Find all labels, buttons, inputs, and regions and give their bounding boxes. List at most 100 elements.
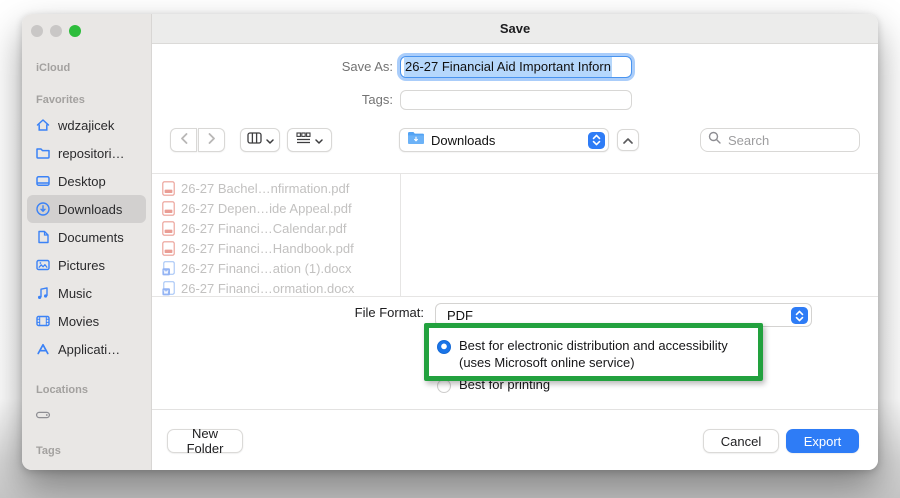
minimize-icon [50, 25, 62, 37]
sidebar-header-icloud: iCloud [36, 62, 71, 74]
sidebar-item-label: Applicati… [58, 341, 121, 357]
file-name: 26-27 Depen…ide Appeal.pdf [181, 200, 352, 216]
sidebar-item-macintosh-hd[interactable] [27, 401, 146, 429]
movies-icon [34, 313, 52, 329]
sidebar-item-downloads[interactable]: Downloads [27, 195, 146, 223]
document-icon [34, 229, 52, 245]
pdf-file-icon [162, 220, 175, 236]
zoom-icon[interactable] [69, 25, 81, 37]
cancel-button[interactable]: Cancel [703, 429, 779, 453]
sidebar-header-tags: Tags [36, 445, 61, 457]
column-view-icon [246, 131, 262, 149]
search-input[interactable] [726, 131, 852, 149]
group-view-icon [296, 131, 311, 149]
file-name: 26-27 Bachel…nfirmation.pdf [181, 180, 350, 196]
back-button[interactable] [170, 128, 197, 152]
applications-icon [34, 341, 52, 357]
file-format-label: File Format: [354, 305, 424, 320]
sidebar-header-locations: Locations [36, 384, 88, 396]
chevron-down-icon [315, 131, 323, 149]
browser-toolbar: Downloads [152, 128, 878, 152]
sidebar-item-pictures[interactable]: Pictures [27, 251, 146, 279]
updown-stepper-icon [791, 307, 808, 324]
file-row: 26-27 Bachel…nfirmation.pdf [152, 178, 400, 198]
traffic-lights [31, 25, 81, 37]
back-icon [180, 131, 188, 149]
sidebar-item-documents[interactable]: Documents [27, 223, 146, 251]
sidebar-item-label: repositori… [58, 145, 125, 161]
group-by-button[interactable] [287, 128, 332, 152]
view-mode-button[interactable] [240, 128, 280, 152]
pdf-file-icon [162, 180, 175, 196]
screen: iCloud Favorites wdzajicek repositori… D… [0, 0, 900, 498]
file-name: 26-27 Financi…ation (1).docx [181, 260, 352, 276]
pictures-icon [34, 257, 52, 273]
file-name: 26-27 Financi…Handbook.pdf [181, 240, 354, 256]
save-as-field[interactable]: 26-27 Financial Aid Important Inforn [400, 56, 632, 78]
save-dialog: iCloud Favorites wdzajicek repositori… D… [22, 14, 878, 470]
file-row: 26-27 Financi…Calendar.pdf [152, 218, 400, 238]
radio-label: Best for printing [459, 377, 551, 392]
pdf-file-icon [162, 200, 175, 216]
radio-selected-icon [437, 340, 451, 354]
radio-option-electronic[interactable]: Best for electronic distribution and acc… [437, 338, 728, 371]
close-icon [31, 25, 43, 37]
sidebar-item-music[interactable]: Music [27, 279, 146, 307]
dialog-title: Save [499, 21, 531, 36]
sidebar-item-movies[interactable]: Movies [27, 307, 146, 335]
collapse-expand-button[interactable] [617, 129, 639, 151]
sidebar-item-label: Documents [58, 229, 124, 245]
file-column: 26-27 Bachel…nfirmation.pdf 26-27 Depen…… [152, 174, 401, 296]
word-file-icon [162, 260, 175, 276]
pdf-file-icon [162, 240, 175, 256]
location-label: Downloads [431, 132, 496, 148]
updown-stepper-icon [588, 131, 605, 149]
sidebar-item-label: Music [58, 285, 92, 301]
downloads-icon [34, 201, 52, 217]
home-icon [34, 117, 52, 133]
search-icon [708, 131, 721, 149]
forward-icon [208, 131, 216, 149]
sidebar-item-label: Pictures [58, 257, 105, 273]
export-button[interactable]: Export [786, 429, 859, 453]
save-as-label: Save As: [341, 59, 393, 74]
save-as-selected-text: 26-27 Financial Aid Important Inforn [404, 57, 612, 77]
sidebar-item-desktop[interactable]: Desktop [27, 167, 146, 195]
footer-divider [152, 409, 878, 410]
dialog-content: Save As: 26-27 Financial Aid Important I… [152, 44, 878, 470]
file-row: 26-27 Financi…ation (1).docx [152, 258, 400, 278]
sidebar-item-repositories[interactable]: repositori… [27, 139, 146, 167]
forward-button[interactable] [198, 128, 225, 152]
word-file-icon [162, 280, 175, 296]
file-row: 26-27 Financi…Handbook.pdf [152, 238, 400, 258]
search-field[interactable] [700, 128, 860, 152]
new-folder-button[interactable]: New Folder [167, 426, 243, 456]
radio-unselected-icon [437, 379, 451, 393]
harddrive-icon [34, 407, 52, 423]
sidebar-header-favorites: Favorites [36, 94, 85, 106]
file-name: 26-27 Financi…Calendar.pdf [181, 220, 347, 236]
sidebar-item-applications[interactable]: Applicati… [27, 335, 146, 363]
file-format-popup[interactable]: PDF [435, 303, 812, 327]
radio-label-line1: Best for electronic distribution and acc… [459, 338, 728, 353]
file-format-value: PDF [447, 307, 473, 323]
chevron-down-icon [265, 131, 274, 149]
location-popup[interactable]: Downloads [399, 128, 609, 152]
file-row: 26-27 Depen…ide Appeal.pdf [152, 198, 400, 218]
radio-option-printing[interactable]: Best for printing [437, 377, 550, 394]
file-row: 26-27 Financi…ormation.docx [152, 278, 400, 296]
chevron-up-icon [623, 131, 633, 149]
sidebar-item-label: wdzajicek [58, 117, 115, 133]
downloads-folder-icon [407, 131, 425, 150]
file-name: 26-27 Financi…ormation.docx [181, 280, 355, 296]
file-browser: 26-27 Bachel…nfirmation.pdf 26-27 Depen…… [152, 173, 878, 297]
tags-label: Tags: [361, 92, 393, 107]
sidebar-item-home[interactable]: wdzajicek [27, 111, 146, 139]
sidebar-item-tag-partial[interactable] [27, 462, 146, 470]
titlebar: Save [152, 14, 878, 44]
sidebar: iCloud Favorites wdzajicek repositori… D… [22, 14, 152, 470]
folder-icon [34, 145, 52, 161]
music-icon [34, 285, 52, 301]
tags-input[interactable] [400, 90, 632, 110]
sidebar-item-label: Desktop [58, 173, 106, 189]
